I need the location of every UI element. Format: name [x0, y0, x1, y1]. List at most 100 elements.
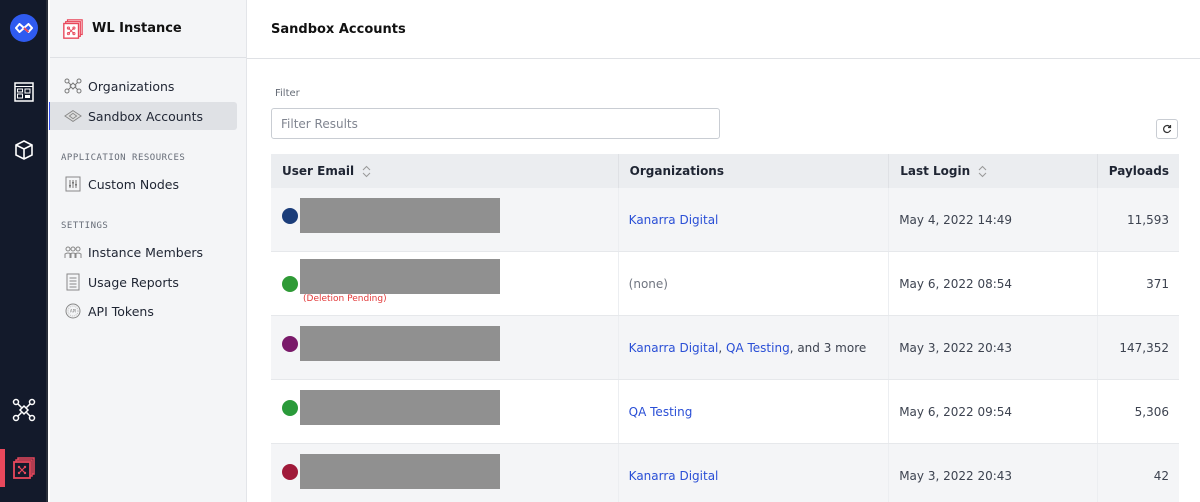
- main-content: Sandbox Accounts Filter User Email Organ…: [247, 0, 1200, 502]
- table-row[interactable]: Kanarra Digital, QA Testing, and 3 more M…: [271, 315, 1179, 380]
- organization-link[interactable]: Kanarra Digital: [629, 469, 719, 483]
- api-token-icon: API: [64, 302, 82, 320]
- organization-text: (none): [628, 276, 668, 291]
- section-heading-settings: SETTINGS: [61, 221, 109, 231]
- avatar: [282, 208, 298, 224]
- sidebar-item-label: Sandbox Accounts: [88, 108, 204, 124]
- organizations-cell: Kanarra Digital: [618, 188, 890, 252]
- filter-input[interactable]: [271, 108, 720, 139]
- sidebar-item-label: Organizations: [88, 78, 175, 94]
- sandbox-icon: [64, 107, 82, 125]
- user-cell: [281, 188, 618, 251]
- deletion-pending-status: (Deletion Pending): [303, 294, 387, 304]
- sidebar-item-sandbox-accounts[interactable]: Sandbox Accounts: [50, 102, 237, 130]
- sidebar-item-label: Usage Reports: [88, 274, 179, 290]
- infinity-icon: [10, 14, 38, 42]
- cube-icon: [15, 140, 33, 160]
- instance-logo-icon: [63, 18, 83, 39]
- organizations-cell: (none): [618, 251, 890, 316]
- sidebar-title: WL Instance: [92, 21, 182, 36]
- user-email-cell: [271, 443, 619, 502]
- user-email-cell: (Deletion Pending): [271, 251, 619, 316]
- organizations-icon: [64, 77, 82, 95]
- sidebar-item-label: Custom Nodes: [88, 176, 179, 192]
- table-row[interactable]: QA Testing May 6, 2022 09:54 5,306: [271, 379, 1179, 444]
- rail-network-button[interactable]: [0, 390, 48, 430]
- organization-text: ,: [718, 340, 727, 355]
- organization-link[interactable]: QA Testing: [726, 341, 790, 355]
- section-heading-application-resources: APPLICATION RESOURCES: [61, 153, 186, 163]
- rail-instance-button[interactable]: [0, 448, 48, 488]
- user-cell: [281, 316, 618, 379]
- sort-icon: [362, 165, 371, 178]
- table-row[interactable]: (Deletion Pending) (none) May 6, 2022 08:5…: [271, 251, 1179, 316]
- sidebar-item-organizations[interactable]: Organizations: [50, 72, 237, 100]
- payloads-cell: 147,352: [1097, 315, 1179, 380]
- user-email-cell: [271, 315, 619, 380]
- sidebar-header: WL Instance: [50, 0, 246, 58]
- last-login-cell: May 3, 2022 20:43: [888, 443, 1098, 502]
- organization-link[interactable]: Kanarra Digital: [629, 213, 719, 227]
- home-logo-button[interactable]: [0, 8, 48, 48]
- payloads-cell: 42: [1097, 443, 1179, 502]
- avatar: [282, 276, 298, 292]
- avatar: [282, 336, 298, 352]
- organization-link[interactable]: Kanarra Digital: [629, 341, 719, 355]
- svg-text:API: API: [70, 309, 76, 314]
- sidebar-item-label: API Tokens: [88, 303, 154, 319]
- sandbox-accounts-table: User Email Organizations Last Login Payl…: [271, 154, 1179, 502]
- payloads-cell: 5,306: [1097, 379, 1179, 444]
- avatar: [282, 464, 298, 480]
- redacted-email[interactable]: [300, 390, 500, 425]
- table-row[interactable]: Kanarra Digital May 3, 2022 20:43 42: [271, 443, 1179, 502]
- user-cell: [281, 380, 618, 443]
- organizations-cell: QA Testing: [618, 379, 890, 444]
- filter-label: Filter: [275, 88, 300, 99]
- column-header-user-email[interactable]: User Email: [271, 154, 619, 188]
- page-title: Sandbox Accounts: [271, 21, 406, 37]
- instance-stack-icon: [13, 457, 35, 479]
- last-login-cell: May 4, 2022 14:49: [888, 188, 1098, 252]
- user-cell: [281, 444, 618, 502]
- report-icon: [64, 273, 82, 291]
- sidebar-item-label: Instance Members: [88, 244, 204, 260]
- sidebar: WL Instance Organizations Sandbox Accoun…: [49, 0, 247, 502]
- column-header-last-login[interactable]: Last Login: [888, 154, 1098, 188]
- members-icon: [64, 243, 82, 261]
- rail-packages-button[interactable]: [0, 130, 48, 170]
- avatar: [282, 400, 298, 416]
- table-header-row: User Email Organizations Last Login Payl…: [271, 154, 1179, 188]
- user-cell: (Deletion Pending): [281, 252, 618, 315]
- sort-icon: [978, 165, 987, 178]
- payloads-cell: 11,593: [1097, 188, 1179, 252]
- sidebar-item-api-tokens[interactable]: API API Tokens: [50, 297, 237, 325]
- user-email-cell: [271, 188, 619, 252]
- organizations-cell: Kanarra Digital: [618, 443, 890, 502]
- sidebar-item-usage-reports[interactable]: Usage Reports: [50, 268, 237, 296]
- dashboard-icon: [14, 82, 34, 102]
- refresh-icon: [1163, 124, 1172, 134]
- organizations-cell: Kanarra Digital, QA Testing, and 3 more: [618, 315, 890, 380]
- last-login-cell: May 3, 2022 20:43: [888, 315, 1098, 380]
- refresh-button[interactable]: [1156, 119, 1178, 139]
- page-header: Sandbox Accounts: [247, 0, 1200, 59]
- organization-text: , and 3 more: [789, 340, 867, 355]
- network-nodes-icon: [12, 398, 36, 422]
- app-rail: [0, 0, 48, 502]
- last-login-cell: May 6, 2022 09:54: [888, 379, 1098, 444]
- column-header-organizations: Organizations: [618, 154, 890, 188]
- user-email-cell: [271, 379, 619, 444]
- sidebar-item-custom-nodes[interactable]: Custom Nodes: [50, 170, 237, 198]
- sliders-icon: [64, 175, 82, 193]
- rail-dashboard-button[interactable]: [0, 72, 48, 112]
- redacted-email[interactable]: [300, 454, 500, 489]
- organization-link[interactable]: QA Testing: [629, 405, 693, 419]
- redacted-email[interactable]: [300, 326, 500, 361]
- column-header-payloads: Payloads: [1097, 154, 1179, 188]
- payloads-cell: 371: [1097, 251, 1179, 316]
- redacted-email[interactable]: [300, 198, 500, 233]
- redacted-email[interactable]: [300, 259, 500, 294]
- last-login-cell: May 6, 2022 08:54: [888, 251, 1098, 316]
- table-row[interactable]: Kanarra Digital May 4, 2022 14:49 11,593: [271, 188, 1179, 252]
- sidebar-item-instance-members[interactable]: Instance Members: [50, 238, 237, 266]
